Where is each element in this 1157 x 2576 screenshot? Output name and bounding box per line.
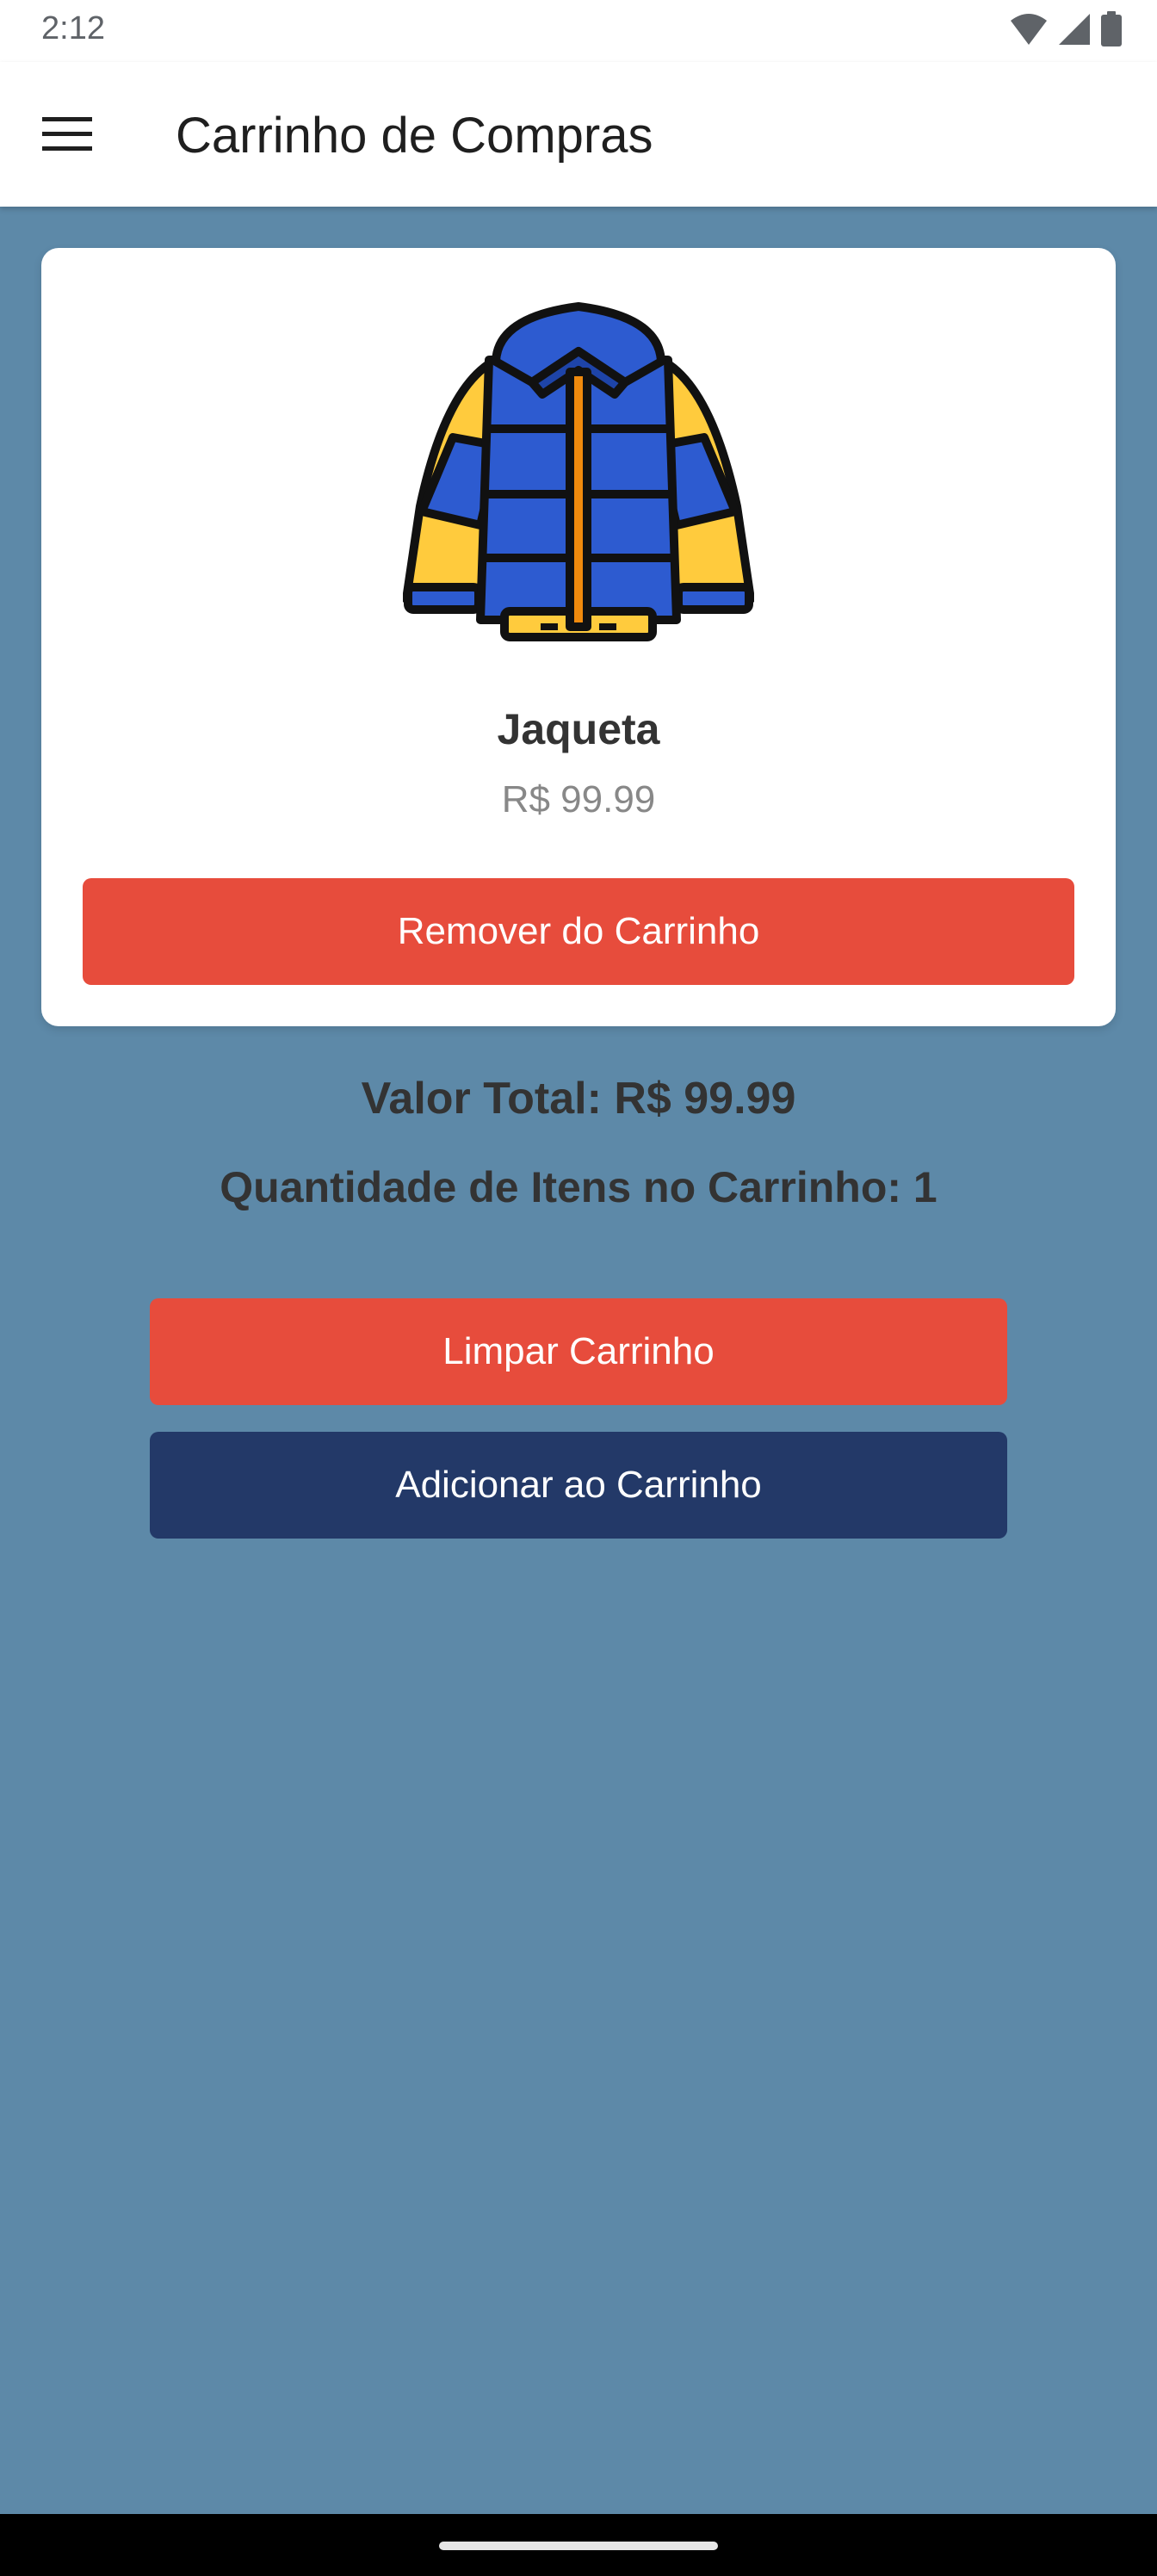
jacket-icon: [402, 300, 755, 642]
product-price: R$ 99.99: [501, 778, 656, 820]
status-icons: [1009, 10, 1123, 52]
status-bar: 2:12: [0, 0, 1157, 62]
signal-icon: [1057, 12, 1092, 51]
app-bar: Carrinho de Compras: [0, 62, 1157, 207]
hamburger-menu-icon: [42, 116, 92, 156]
cart-total: Valor Total: R$ 99.99: [361, 1074, 796, 1124]
page-title: Carrinho de Compras: [176, 108, 653, 164]
battery-icon: [1100, 10, 1123, 52]
clear-cart-button[interactable]: Limpar Carrinho: [150, 1298, 1007, 1405]
wifi-icon: [1009, 12, 1049, 51]
product-name: Jaqueta: [497, 705, 660, 753]
menu-button[interactable]: [26, 95, 108, 177]
add-to-cart-button[interactable]: Adicionar ao Carrinho: [150, 1432, 1007, 1539]
status-time: 2:12: [41, 10, 105, 46]
system-navigation-bar: [0, 2514, 1157, 2576]
home-gesture-handle[interactable]: [439, 2542, 718, 2550]
cart-item-count: Quantidade de Itens no Carrinho: 1: [220, 1163, 937, 1211]
remove-from-cart-button[interactable]: Remover do Carrinho: [83, 878, 1074, 985]
cart-item-card: Jaqueta R$ 99.99 Remover do Carrinho: [41, 248, 1116, 1026]
